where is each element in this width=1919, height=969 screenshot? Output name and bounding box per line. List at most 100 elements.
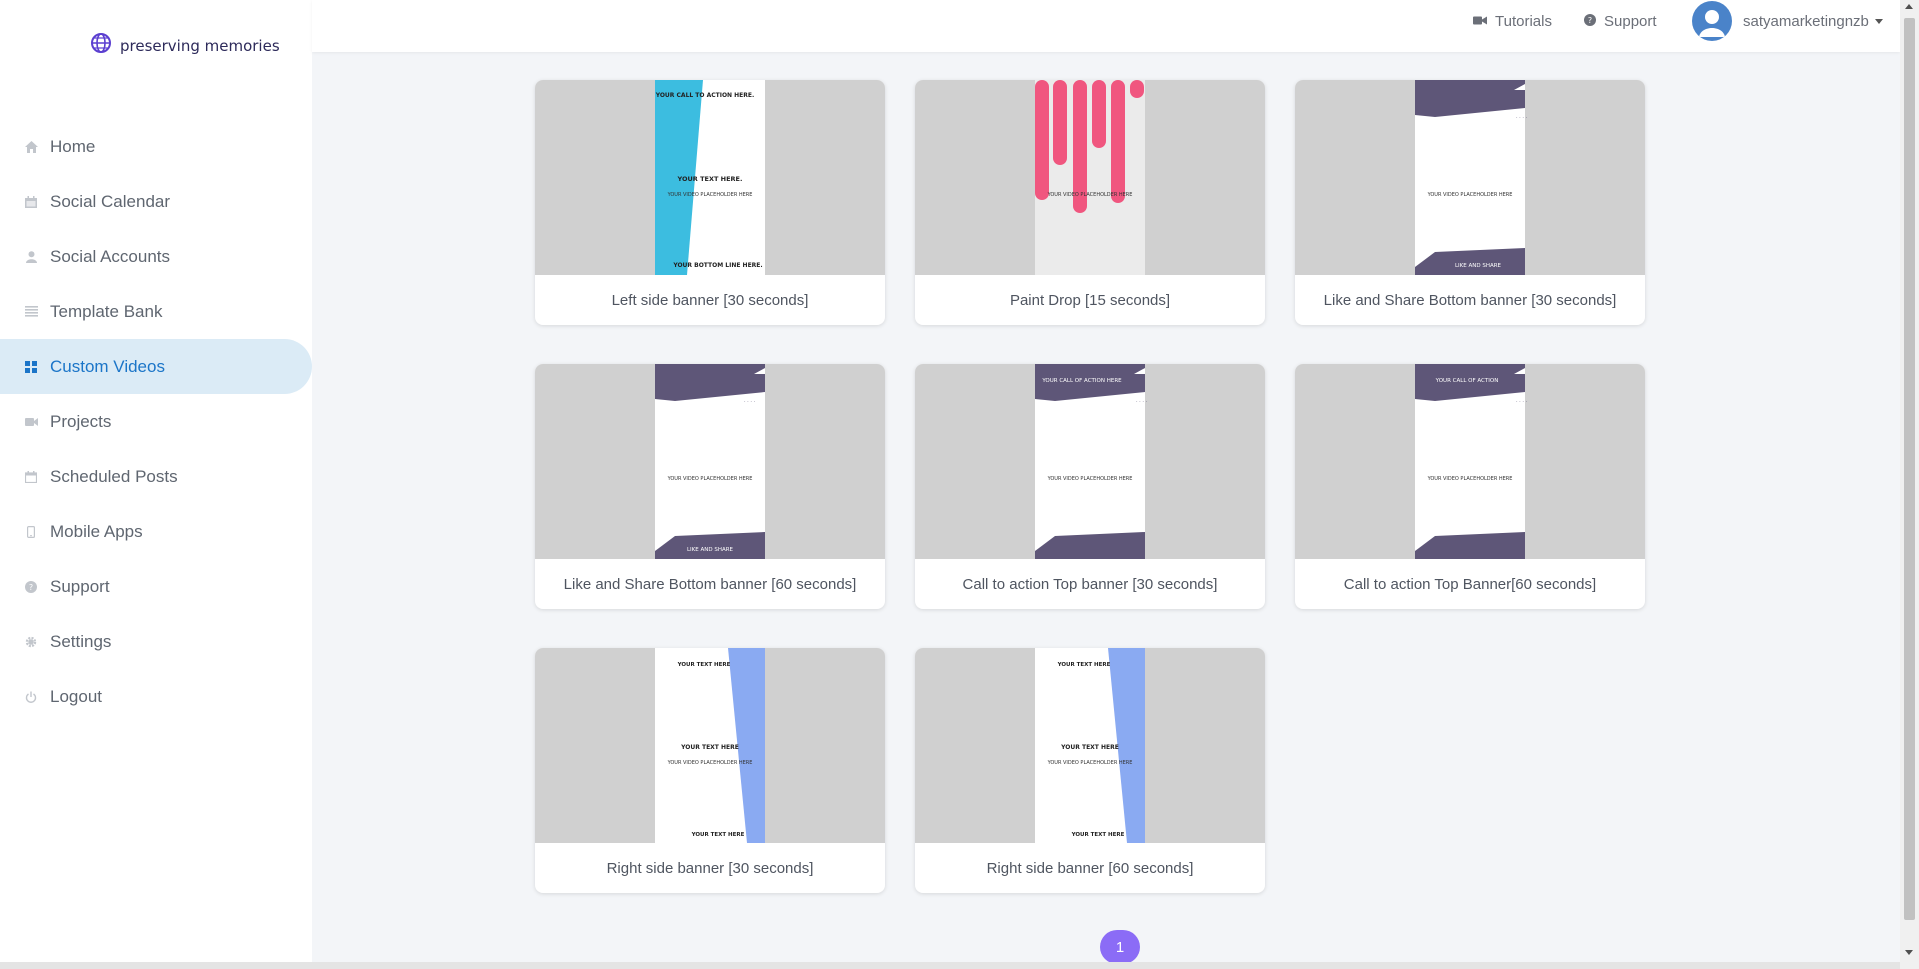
template-card-left-side-banner-30[interactable]: YOUR CALL TO ACTION HERE. YOUR TEXT HERE… [535,80,885,325]
mobile-icon [24,525,38,539]
horizontal-scrollbar[interactable] [0,962,1900,969]
thumb-bottom-text: LIKE AND SHARE [687,547,734,553]
power-icon [24,690,38,704]
sidebar-item-label: Scheduled Posts [50,466,178,486]
thumb-bottom-text: YOUR TEXT HERE [1071,832,1125,838]
tutorials-link[interactable]: Tutorials [1473,13,1552,30]
template-card-cta-top-60[interactable]: YOUR CALL OF ACTION . . . . YOUR VIDEO P… [1295,364,1645,609]
template-thumbnail: YOUR VIDEO PLACEHOLDER HERE [915,80,1265,275]
template-thumbnail: YOUR CALL OF ACTION . . . . YOUR VIDEO P… [1295,364,1645,559]
card-title: Right side banner [60 seconds] [986,859,1194,877]
thumb-bottom-text: YOUR TEXT HERE [691,832,745,838]
brand-name: preserving memories [120,36,280,55]
calendar-icon [24,195,38,209]
card-title: Left side banner [30 seconds] [611,291,809,309]
grid-icon [24,360,38,374]
card-title: Paint Drop [15 seconds] [1009,291,1171,309]
svg-text:?: ? [29,583,33,592]
thumb-top-text: YOUR CALL TO ACTION HERE. [655,92,755,99]
svg-text:. . . .: . . . . [1516,114,1528,120]
sidebar-item-support[interactable]: ? Support [0,559,312,614]
sidebar-item-mobile-apps[interactable]: Mobile Apps [0,504,312,559]
svg-text:?: ? [1588,16,1592,25]
template-card-like-share-60[interactable]: . . . . YOUR VIDEO PLACEHOLDER HERE LIKE… [535,364,885,609]
template-card-like-share-30[interactable]: . . . . YOUR VIDEO PLACEHOLDER HERE LIKE… [1295,80,1645,325]
vertical-scrollbar[interactable] [1900,0,1919,969]
scrollbar-thumb[interactable] [1904,18,1915,920]
scroll-up-icon[interactable] [1905,4,1913,9]
sidebar-item-scheduled-posts[interactable]: Scheduled Posts [0,449,312,504]
thumb-placeholder-text: YOUR VIDEO PLACEHOLDER HERE [667,192,753,198]
top-bar: Tutorials ? Support satyamarketingnzb [312,0,1900,52]
template-thumbnail: YOUR TEXT HERE YOUR TEXT HERE YOUR VIDEO… [535,648,885,843]
template-card-cta-top-30[interactable]: YOUR CALL OF ACTION HERE . . . . YOUR VI… [915,364,1265,609]
user-icon [24,250,38,264]
thumb-placeholder-text: YOUR VIDEO PLACEHOLDER HERE [667,476,753,482]
sidebar-item-projects[interactable]: Projects [0,394,312,449]
template-thumbnail: YOUR CALL OF ACTION HERE . . . . YOUR VI… [915,364,1265,559]
gear-icon [24,635,38,649]
sidebar-item-settings[interactable]: Settings [0,614,312,669]
list-icon [24,305,38,319]
thumb-placeholder-text: YOUR VIDEO PLACEHOLDER HERE [667,760,753,766]
sidebar-item-label: Home [50,136,96,156]
card-title: Right side banner [30 seconds] [606,859,814,877]
sidebar-item-label: Social Accounts [50,246,171,266]
card-title: Call to action Top banner [30 seconds] [962,575,1218,593]
sidebar-item-label: Template Bank [50,301,163,321]
thumb-middle-text: YOUR TEXT HERE. [677,175,743,183]
thumb-placeholder-text: YOUR VIDEO PLACEHOLDER HERE [1427,476,1513,482]
sidebar-nav: Home Social Calendar Social Accounts Tem… [0,119,312,724]
thumb-top-text: YOUR CALL OF ACTION [1435,378,1499,384]
sidebar-item-label: Settings [50,631,112,651]
video-icon [24,415,38,429]
help-icon: ? [1584,13,1596,30]
template-card-paint-drop-15[interactable]: YOUR VIDEO PLACEHOLDER HERE Paint Drop [… [915,80,1265,325]
template-card-right-side-30[interactable]: YOUR TEXT HERE YOUR TEXT HERE YOUR VIDEO… [535,648,885,893]
home-icon [24,140,38,154]
pagination-page-button[interactable]: 1 [1100,930,1140,964]
sidebar: preserving memories Home Social Calendar… [0,0,312,969]
sidebar-item-label: Support [50,576,110,596]
svg-text:. . . .: . . . . [1136,398,1148,404]
thumb-placeholder-text: YOUR VIDEO PLACEHOLDER HERE [1427,192,1513,198]
app-root: { "brand": { "name": "preserving memorie… [0,0,1919,969]
calendar-icon [24,470,38,484]
sidebar-item-social-calendar[interactable]: Social Calendar [0,174,312,229]
help-icon: ? [24,580,38,594]
sidebar-item-label: Mobile Apps [50,521,143,541]
svg-text:. . . .: . . . . [1516,398,1528,404]
template-thumbnail: YOUR TEXT HERE YOUR TEXT HERE YOUR VIDEO… [915,648,1265,843]
card-title: Call to action Top Banner[60 seconds] [1343,575,1597,593]
sidebar-item-template-bank[interactable]: Template Bank [0,284,312,339]
user-menu[interactable]: satyamarketingnzb [1743,13,1883,30]
svg-text:. . . .: . . . . [744,398,756,404]
template-thumbnail: YOUR CALL TO ACTION HERE. YOUR TEXT HERE… [535,80,885,275]
support-link[interactable]: ? Support [1584,13,1657,30]
sidebar-item-custom-videos[interactable]: Custom Videos [0,339,312,394]
sidebar-item-label: Logout [50,686,102,706]
username: satyamarketingnzb [1743,13,1869,30]
sidebar-item-label: Social Calendar [50,191,171,211]
thumb-placeholder-text: YOUR VIDEO PLACEHOLDER HERE [1047,476,1133,482]
thumb-middle-text: YOUR TEXT HERE [680,744,739,751]
sidebar-item-home[interactable]: Home [0,119,312,174]
thumb-placeholder-text: YOUR VIDEO PLACEHOLDER HERE [1047,760,1133,766]
tutorials-label: Tutorials [1495,13,1552,30]
sidebar-item-social-accounts[interactable]: Social Accounts [0,229,312,284]
thumb-top-text: YOUR CALL OF ACTION HERE [1041,378,1122,384]
video-icon [1473,13,1487,30]
template-card-right-side-60[interactable]: YOUR TEXT HERE YOUR TEXT HERE YOUR VIDEO… [915,648,1265,893]
card-title: Like and Share Bottom banner [30 seconds… [1323,291,1617,309]
globe-icon [90,32,112,59]
sidebar-item-logout[interactable]: Logout [0,669,312,724]
sidebar-item-label: Custom Videos [50,356,165,376]
thumb-bottom-text: LIKE AND SHARE [1455,263,1502,269]
scroll-down-icon[interactable] [1905,950,1913,955]
chevron-down-icon [1874,19,1883,24]
thumb-top-text: YOUR TEXT HERE [677,662,731,668]
brand-logo[interactable]: preserving memories [90,32,280,59]
thumb-bottom-text: YOUR BOTTOM LINE HERE. [672,262,762,269]
avatar[interactable] [1692,1,1732,41]
card-title: Like and Share Bottom banner [60 seconds… [563,575,857,593]
